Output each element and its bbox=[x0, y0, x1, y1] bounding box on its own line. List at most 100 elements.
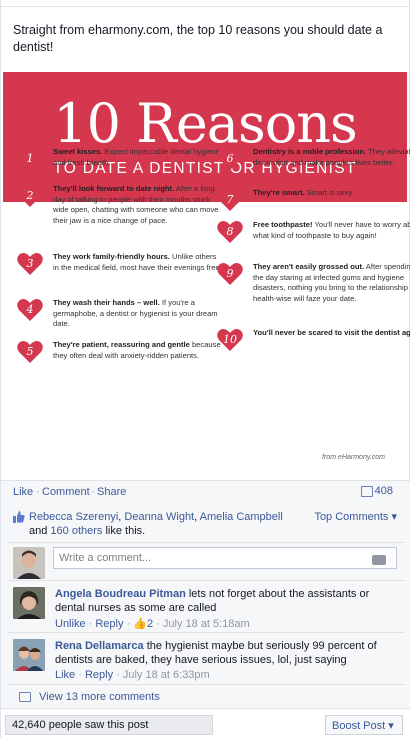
avatar[interactable] bbox=[13, 639, 45, 671]
heart-icon: 6 bbox=[217, 147, 243, 171]
heart-icon: 7 bbox=[217, 188, 243, 212]
others-link[interactable]: 160 others bbox=[50, 525, 102, 537]
reason-number: 3 bbox=[26, 257, 34, 270]
reason-bold: They work family-friendly hours. bbox=[53, 252, 170, 261]
reason-number: 6 bbox=[226, 152, 234, 165]
reason-item: 3 They work family-friendly hours. Unlike… bbox=[17, 252, 223, 276]
reason-text: They work family-friendly hours. Unlike … bbox=[53, 252, 223, 276]
comment-like-count[interactable]: 👍2 bbox=[133, 618, 153, 630]
comment-meta: Like · Reply · July 18 at 6:33pm bbox=[55, 669, 210, 681]
reason-number: 7 bbox=[226, 193, 234, 206]
feedback-section: Rebecca Szerenyi, Deanna Wight, Amelia C… bbox=[1, 502, 410, 738]
reason-number: 8 bbox=[226, 225, 234, 238]
liker-link[interactable]: Amelia Campbell bbox=[200, 511, 283, 523]
infographic-credit: from eHarmony.com bbox=[322, 454, 385, 461]
reason-item: 2 They'll look forward to date night. Aft… bbox=[17, 184, 223, 226]
liker-link[interactable]: Deanna Wight bbox=[124, 511, 194, 523]
reason-item: 6 Dentistry is a noble profession. They a… bbox=[217, 147, 410, 171]
comment-author[interactable]: Angela Boudreau Pitman bbox=[55, 588, 186, 600]
comment-author[interactable]: Rena Dellamarca bbox=[55, 640, 144, 652]
reason-detail: Smart is sexy. bbox=[304, 188, 354, 197]
reason-bold: You'll never be scared to visit the dent… bbox=[253, 328, 410, 337]
reason-number: 10 bbox=[223, 333, 237, 346]
reason-item: 4 They wash their hands – well. If you're… bbox=[17, 298, 223, 330]
facebook-post: Straight from eharmony.com, the top 10 r… bbox=[0, 0, 410, 738]
reason-text: They'll look forward to date night. Afte… bbox=[53, 184, 223, 226]
boost-post-button[interactable]: Boost Post ▾ bbox=[325, 715, 403, 735]
view-more-comments[interactable]: View 13 more comments bbox=[7, 684, 405, 706]
reason-text: They're smart. Smart is sexy. bbox=[253, 188, 410, 212]
heart-icon: 5 bbox=[17, 340, 43, 364]
reason-text: You'll never be scared to visit the dent… bbox=[253, 328, 410, 352]
reason-bold: Sweet kisses. bbox=[53, 147, 103, 156]
reason-bold: They're smart. bbox=[253, 188, 305, 197]
reason-item: 9 They aren't easily grossed out. After s… bbox=[217, 262, 410, 304]
reason-item: 8 Free toothpaste! You'll never have to w… bbox=[217, 220, 410, 244]
top-comments-dropdown[interactable]: Top Comments ▾ bbox=[314, 510, 397, 523]
liker-link[interactable]: Rebecca Szerenyi bbox=[29, 511, 118, 523]
comment-body: Angela Boudreau Pitman lets not forget a… bbox=[55, 587, 397, 615]
likes-summary: Rebecca Szerenyi, Deanna Wight, Amelia C… bbox=[13, 510, 309, 538]
like-button[interactable]: Like bbox=[13, 486, 33, 498]
reason-item: 7 They're smart. Smart is sexy. bbox=[217, 188, 410, 212]
divider bbox=[1, 6, 410, 7]
reason-bold: They wash their hands – well. bbox=[53, 298, 160, 307]
share-button[interactable]: Share bbox=[97, 486, 126, 498]
reason-text: They aren't easily grossed out. After sp… bbox=[253, 262, 410, 304]
reason-text: Free toothpaste! You'll never have to wo… bbox=[253, 220, 410, 244]
comment-meta: Unlike · Reply · 👍2 · July 18 at 5:18am bbox=[55, 618, 250, 630]
view-more-comments-link[interactable]: View 13 more comments bbox=[39, 691, 160, 703]
avatar[interactable] bbox=[13, 587, 45, 619]
reason-bold: Free toothpaste! bbox=[253, 220, 313, 229]
post-text: Straight from eharmony.com, the top 10 r… bbox=[13, 23, 383, 54]
like-link[interactable]: Like bbox=[55, 669, 75, 681]
reason-number: 1 bbox=[26, 152, 34, 165]
separator-dot: · bbox=[36, 486, 40, 498]
comment-time[interactable]: July 18 at 6:33pm bbox=[123, 669, 210, 681]
reach-count[interactable]: 42,640 people saw this post bbox=[5, 715, 213, 735]
reason-item: 10 You'll never be scared to visit the de… bbox=[217, 328, 410, 352]
like-this-text: like this. bbox=[102, 525, 146, 537]
shares-icon bbox=[361, 486, 373, 497]
reason-item: 1 Sweet kisses. Expect impeccable dental … bbox=[17, 147, 223, 171]
infographic-image[interactable]: 10 Reasons TO DATE A DENTIST OR HYGIENIS… bbox=[3, 72, 410, 480]
heart-icon: 3 bbox=[17, 252, 43, 276]
comment-placeholder: Write a comment... bbox=[59, 552, 152, 564]
separator-dot: · bbox=[91, 486, 95, 498]
reason-number: 9 bbox=[226, 267, 234, 280]
comment: Angela Boudreau Pitman lets not forget a… bbox=[7, 580, 405, 632]
reason-number: 5 bbox=[26, 345, 34, 358]
and-text: and bbox=[29, 525, 51, 537]
comment-body: Rena Dellamarca the hygienist maybe but … bbox=[55, 639, 397, 667]
reason-bold: They're patient, reassuring and gentle bbox=[53, 340, 190, 349]
reason-bold: Dentistry is a noble profession. bbox=[253, 147, 367, 156]
infographic-banner: 10 Reasons TO DATE A DENTIST OR HYGIENIS… bbox=[3, 72, 407, 202]
reason-number: 2 bbox=[26, 189, 34, 202]
reason-text: They're patient, reassuring and gentle b… bbox=[53, 340, 223, 364]
heart-icon: 2 bbox=[17, 184, 43, 208]
comment-button[interactable]: Comment bbox=[42, 486, 90, 498]
heart-icon: 8 bbox=[217, 220, 243, 244]
thumbs-up-icon bbox=[13, 511, 25, 523]
share-count[interactable]: 408 bbox=[375, 485, 393, 497]
write-comment-row: Write a comment... bbox=[7, 542, 405, 579]
reason-item: 5 They're patient, reassuring and gentle … bbox=[17, 340, 223, 364]
avatar[interactable] bbox=[13, 547, 45, 579]
reason-text: They wash their hands – well. If you're … bbox=[53, 298, 223, 330]
reply-link[interactable]: Reply bbox=[85, 669, 113, 681]
comment: Rena Dellamarca the hygienist maybe but … bbox=[7, 632, 405, 684]
reason-text: Dentistry is a noble profession. They al… bbox=[253, 147, 410, 171]
reply-link[interactable]: Reply bbox=[95, 618, 123, 630]
infographic-title: 10 Reasons bbox=[53, 92, 357, 155]
comment-input[interactable]: Write a comment... bbox=[53, 547, 397, 569]
heart-icon: 9 bbox=[217, 262, 243, 286]
thumbs-up-icon: 👍 bbox=[133, 618, 147, 630]
heart-icon: 10 bbox=[217, 328, 243, 352]
camera-icon[interactable] bbox=[372, 555, 386, 565]
comments-icon bbox=[19, 692, 31, 702]
post-actions-bar: Like · Comment · Share 408 bbox=[1, 480, 410, 502]
unlike-link[interactable]: Unlike bbox=[55, 618, 86, 630]
reason-number: 4 bbox=[26, 303, 34, 316]
reason-bold: They'll look forward to date night. bbox=[53, 184, 175, 193]
comment-time[interactable]: July 18 at 5:18am bbox=[163, 618, 250, 630]
